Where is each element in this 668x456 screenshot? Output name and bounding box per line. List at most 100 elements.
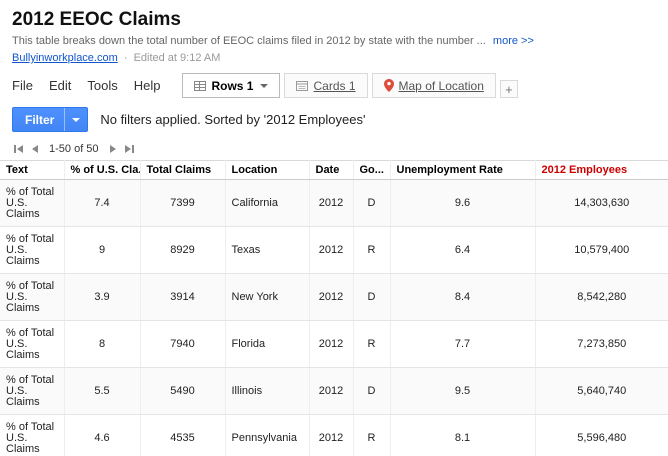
cell-location: New York [225,273,310,321]
add-view-button[interactable]: + [499,80,518,98]
cell-date: 2012 [309,226,354,274]
col-header-pct-us-claims[interactable]: % of U.S. Cla... [64,160,141,180]
menu-file[interactable]: File [12,78,33,93]
source-line: Bullyinworkplace.com · Edited at 9:12 AM [12,51,656,65]
last-page-button[interactable] [121,142,138,156]
cell-pct-us-claims: 4.6 [64,414,141,456]
table-row[interactable]: % of Total U.S. Claims 5.5 5490 Illinois… [0,367,668,415]
cell-governor: R [353,226,391,274]
cell-location: Texas [225,226,310,274]
data-table: Text % of U.S. Cla... Total Claims Locat… [0,160,668,456]
col-header-total-claims[interactable]: Total Claims [140,160,226,180]
next-page-button[interactable] [106,142,121,156]
cell-date: 2012 [309,414,354,456]
cell-pct-us-claims: 3.9 [64,273,141,321]
tab-cards[interactable]: Cards 1 [284,73,368,98]
filter-row: Filter No filters applied. Sorted by '20… [0,98,668,140]
page-title: 2012 EEOC Claims [12,9,181,30]
cell-total-claims: 4535 [140,414,226,456]
cell-date: 2012 [309,273,354,321]
cell-governor: R [353,320,391,368]
cell-total-claims: 8929 [140,226,226,274]
cell-location: Illinois [225,367,310,415]
cell-total-claims: 7940 [140,320,226,368]
cell-text: % of Total U.S. Claims [0,273,65,321]
col-header-unemployment-rate[interactable]: Unemployment Rate [390,160,536,180]
tab-rows[interactable]: Rows 1 [182,73,281,98]
cell-2012-employees: 5,596,480 [535,414,668,456]
filter-button[interactable]: Filter [12,107,89,132]
cell-unemployment-rate: 8.1 [390,414,536,456]
cell-governor: D [353,367,391,415]
col-header-date[interactable]: Date [309,160,354,180]
page-range-label: 1-50 of 50 [49,143,99,155]
menu-edit[interactable]: Edit [49,78,71,93]
previous-page-icon [32,145,38,153]
last-page-icon [124,145,134,153]
table-row[interactable]: % of Total U.S. Claims 3.9 3914 New York… [0,273,668,321]
cell-text: % of Total U.S. Claims [0,320,65,368]
menu-help[interactable]: Help [134,78,161,93]
cell-2012-employees: 10,579,400 [535,226,668,274]
pagination-bar: 1-50 of 50 [0,140,668,160]
separator: · [123,52,128,64]
cell-location: Pennsylvania [225,414,310,456]
cell-2012-employees: 7,273,850 [535,320,668,368]
table-row[interactable]: % of Total U.S. Claims 8 7940 Florida 20… [0,320,668,368]
cell-unemployment-rate: 8.4 [390,273,536,321]
page-header: 2012 EEOC Claims This table breaks down … [0,0,668,67]
map-pin-icon [383,79,394,92]
cell-unemployment-rate: 9.5 [390,367,536,415]
cell-date: 2012 [309,179,354,227]
table-description: This table breaks down the total number … [12,34,656,48]
cell-2012-employees: 5,640,740 [535,367,668,415]
cell-2012-employees: 8,542,280 [535,273,668,321]
cell-location: California [225,179,310,227]
filter-status-text: No filters applied. Sorted by '2012 Empl… [100,112,366,127]
col-header-location[interactable]: Location [225,160,310,180]
tab-map-of-location[interactable]: Map of Location [371,73,496,98]
col-header-governor[interactable]: Go... [353,160,391,180]
cell-text: % of Total U.S. Claims [0,179,65,227]
cell-text: % of Total U.S. Claims [0,414,65,456]
first-page-icon [14,145,23,153]
previous-page-button[interactable] [27,142,42,156]
table-row[interactable]: % of Total U.S. Claims 7.4 7399 Californ… [0,179,668,227]
cell-date: 2012 [309,367,354,415]
tab-rows-label: Rows 1 [211,78,254,93]
next-page-icon [109,145,116,153]
view-tabs: Rows 1 Cards 1 Map of Location + [182,73,518,98]
cell-text: % of Total U.S. Claims [0,226,65,274]
cell-pct-us-claims: 7.4 [64,179,141,227]
cell-governor: R [353,414,391,456]
table-row[interactable]: % of Total U.S. Claims 9 8929 Texas 2012… [0,226,668,274]
menu-bar: File Edit Tools Help Rows 1 Cards 1 Map … [0,67,668,98]
cell-governor: D [353,273,391,321]
cell-2012-employees: 14,303,630 [535,179,668,227]
cell-pct-us-claims: 5.5 [64,367,141,415]
table-row[interactable]: % of Total U.S. Claims 4.6 4535 Pennsylv… [0,414,668,456]
cell-pct-us-claims: 8 [64,320,141,368]
cell-total-claims: 7399 [140,179,226,227]
table-header-row: Text % of U.S. Cla... Total Claims Locat… [0,160,668,180]
cell-unemployment-rate: 7.7 [390,320,536,368]
more-link[interactable]: more >> [493,35,534,47]
cell-unemployment-rate: 6.4 [390,226,536,274]
source-link[interactable]: Bullyinworkplace.com [12,52,118,64]
rows-grid-icon [194,80,207,92]
col-header-text[interactable]: Text [0,160,65,180]
tab-map-label: Map of Location [398,78,484,93]
filter-button-label: Filter [25,113,55,127]
tab-cards-label: Cards 1 [313,78,356,93]
first-page-button[interactable] [10,142,27,156]
edited-timestamp: Edited at 9:12 AM [133,52,221,64]
cell-governor: D [353,179,391,227]
filter-dropdown-toggle[interactable] [64,108,87,131]
table-body: % of Total U.S. Claims 7.4 7399 Californ… [0,179,668,456]
cell-total-claims: 3914 [140,273,226,321]
cell-total-claims: 5490 [140,367,226,415]
menu-items: File Edit Tools Help [12,78,160,98]
menu-tools[interactable]: Tools [87,78,117,93]
col-header-2012-employees[interactable]: 2012 Employees [535,160,668,180]
description-text: This table breaks down the total number … [12,35,486,47]
